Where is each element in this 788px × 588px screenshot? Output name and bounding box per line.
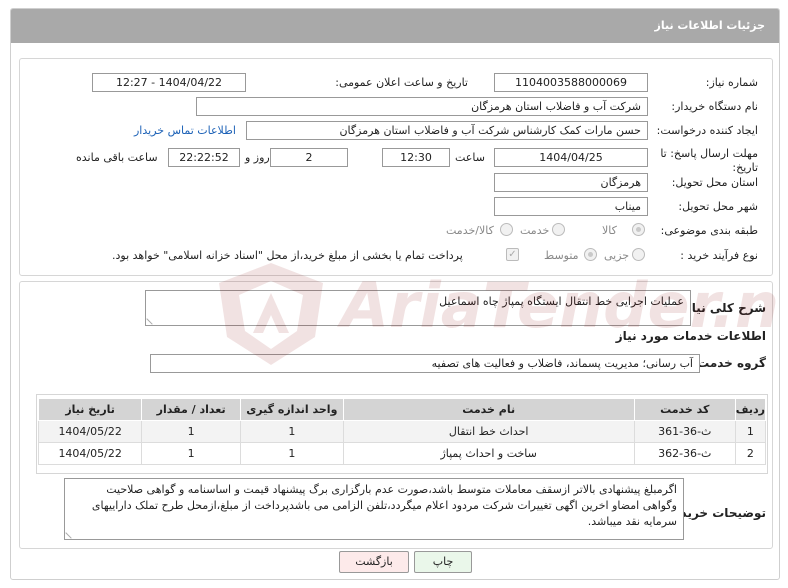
col-unit: واحد اندازه گیری [240,398,344,421]
category-option-service: خدمت [520,224,550,237]
cell-service-name: ساخت و احداث پمپاژ [342,442,635,465]
announce-label: تاریخ و ساعت اعلان عمومی: [335,76,468,89]
province-field[interactable]: هرمزگان [494,173,648,192]
deadline-label: مهلت ارسال پاسخ: تا تاریخ: [660,147,758,174]
days-label: روز و [245,151,270,164]
cell-quantity: 1 [141,420,241,443]
creator-field[interactable]: حسن مارات کمک کارشناس شرکت آب و فاضلاب ا… [246,121,648,140]
need-details-panel: شرح کلی نیاز: عملیات اجرایی خط انتقال ای… [19,281,773,549]
buyer-org-label: نام دستگاه خریدار: [671,100,758,113]
creator-label: ایجاد کننده درخواست: [656,124,758,137]
cell-service-name: احداث خط انتقال [342,420,635,443]
deadline-time-field[interactable]: 12:30 [382,148,450,167]
buyer-notes-textarea[interactable]: اگرمبلغ پیشنهادی بالاتر ازسقف معاملات مت… [64,478,684,540]
table-row[interactable]: 1 ث-36-361 احداث خط انتقال 1 1 1404/05/2… [37,420,767,443]
need-number-field[interactable]: 1104003588000069 [494,73,648,92]
remaining-label: ساعت باقی مانده [76,151,158,164]
cell-unit: 1 [240,420,344,443]
page-title: جزئیات اطلاعات نیاز [654,19,766,32]
deadline-date-field[interactable]: 1404/04/25 [494,148,648,167]
need-number-label: شماره نیاز: [705,76,758,89]
province-label: استان محل تحویل: [671,176,758,189]
print-button[interactable]: چاپ [414,551,472,573]
details-window: جزئیات اطلاعات نیاز شماره نیاز: 11040035… [10,8,780,580]
category-label: طبقه بندی موضوعی: [660,224,758,237]
cell-service-code: ث-36-362 [633,442,736,465]
back-button[interactable]: بازگشت [339,551,409,573]
table-header-row: ردیف کد خدمت نام خدمت واحد اندازه گیری ت… [37,398,767,421]
summary-text: عملیات اجرایی خط انتقال ایستگاه پمپاژ چا… [439,295,684,308]
services-section-title: اطلاعات خدمات مورد نیاز [615,329,766,343]
days-field[interactable]: 2 [270,148,348,167]
cell-need-date: 1404/05/22 [37,442,143,465]
need-info-panel: شماره نیاز: 1104003588000069 تاریخ و ساع… [19,58,773,276]
treasury-payment-checkbox[interactable]: ✓ [506,248,519,261]
cell-need-date: 1404/05/22 [37,420,143,443]
header-bar: جزئیات اطلاعات نیاز [11,9,779,43]
services-table: ردیف کد خدمت نام خدمت واحد اندازه گیری ت… [37,398,767,465]
time-label: ساعت [455,151,485,164]
buyer-notes-text: اگرمبلغ پیشنهادی بالاتر ازسقف معاملات مت… [91,483,677,528]
purchase-radio-minor[interactable] [632,248,645,261]
col-row-number: ردیف [734,398,767,421]
buyer-org-field[interactable]: شرکت آب و فاضلاب استان هرمزگان [196,97,648,116]
purchase-option-medium: متوسط [544,249,579,262]
summary-label: شرح کلی نیاز: [680,301,766,315]
remaining-time-field[interactable]: 22:22:52 [168,148,240,167]
cell-quantity: 1 [141,442,241,465]
resize-grip-icon[interactable] [65,527,77,539]
cell-row-number: 1 [734,420,767,443]
city-label: شهر محل تحویل: [678,200,758,213]
cell-service-code: ث-36-361 [633,420,736,443]
cell-unit: 1 [240,442,344,465]
resize-grip-icon[interactable] [146,313,158,325]
service-group-label: گروه خدمت: [692,356,766,370]
announce-field[interactable]: 1404/04/22 - 12:27 [92,73,246,92]
payment-note: پرداخت تمام یا بخشی از مبلغ خرید،از محل … [112,249,463,262]
col-service-code: کد خدمت [633,398,736,421]
summary-textarea[interactable]: عملیات اجرایی خط انتقال ایستگاه پمپاژ چا… [145,290,691,326]
purchase-option-minor: جزیی [604,249,630,262]
purchase-type-label: نوع فرآیند خرید : [680,249,758,262]
col-need-date: تاریخ نیاز [37,398,143,421]
buyer-contact-link[interactable]: اطلاعات تماس خریدار [134,124,236,137]
category-option-goods: کالا [602,224,617,237]
category-radio-goods-service[interactable] [500,223,513,236]
table-row[interactable]: 2 ث-36-362 ساخت و احداث پمپاژ 1 1 1404/0… [37,442,767,465]
category-option-goods-service: کالا/خدمت [446,224,494,237]
category-radio-goods[interactable] [632,223,645,236]
col-quantity: تعداد / مقدار [141,398,241,421]
col-service-name: نام خدمت [342,398,635,421]
category-radio-service[interactable] [552,223,565,236]
city-field[interactable]: میناب [494,197,648,216]
cell-row-number: 2 [734,442,767,465]
purchase-radio-medium[interactable] [584,248,597,261]
service-group-field[interactable]: آب رسانی؛ مدیریت پسماند، فاضلاب و فعالیت… [150,354,700,373]
